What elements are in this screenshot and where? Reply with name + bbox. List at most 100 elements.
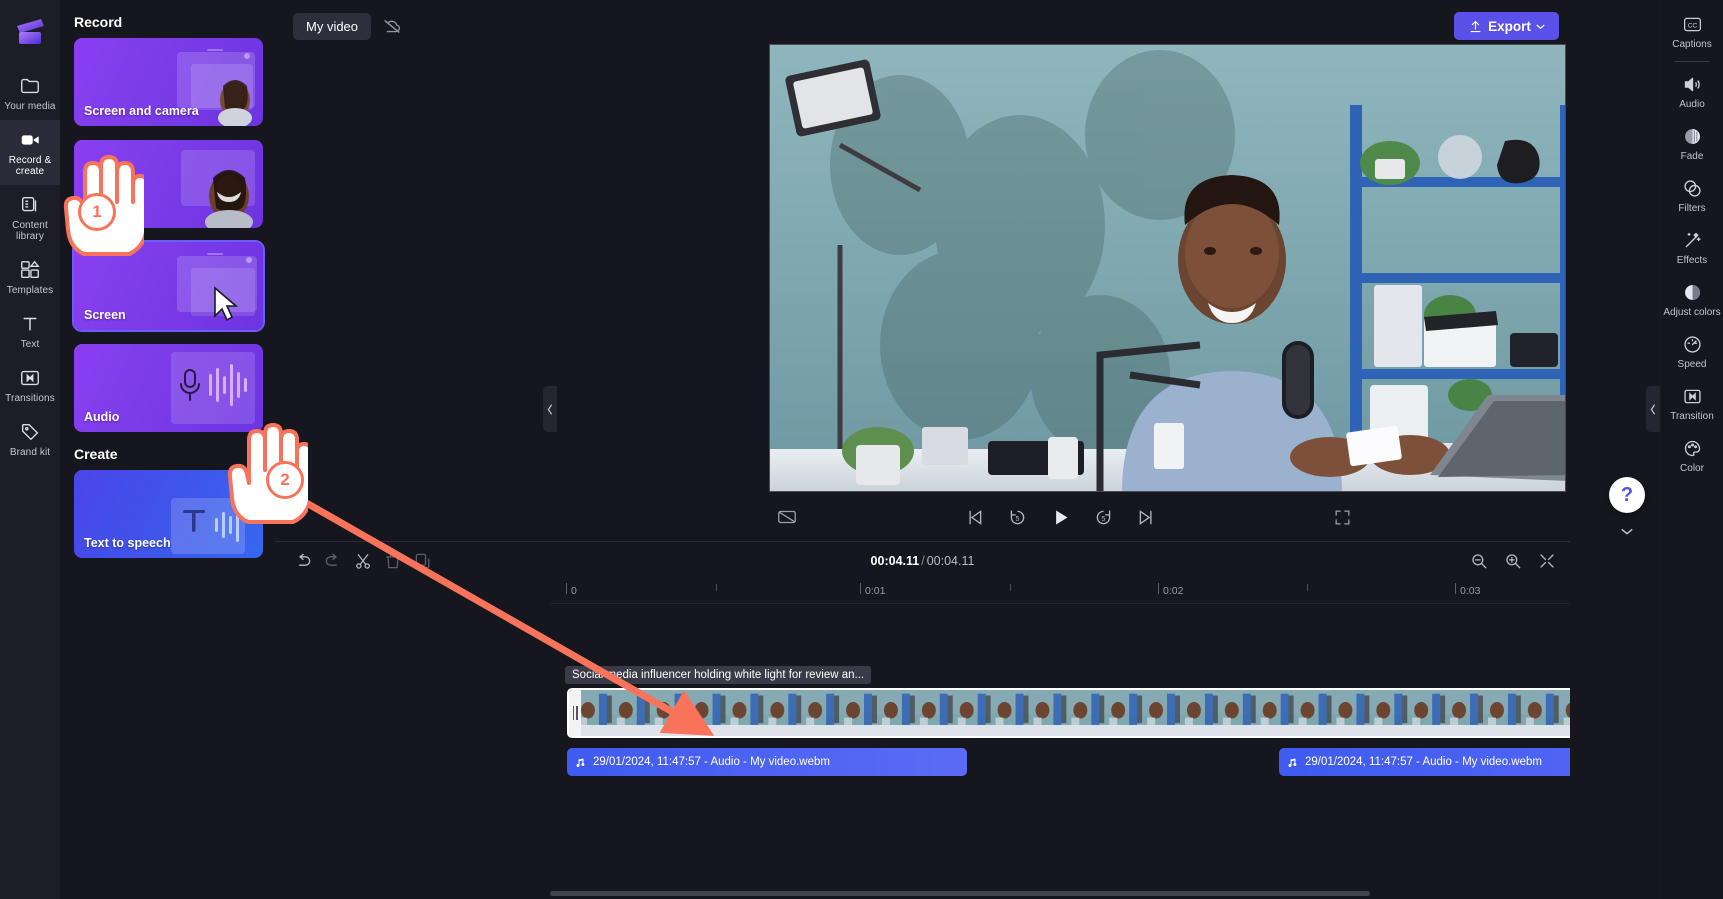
contrast-icon (1684, 285, 1700, 300)
cloud-off-icon[interactable] (381, 15, 403, 37)
ruler-label: 0:03 (1460, 585, 1481, 597)
tab-my-video[interactable]: My video (293, 12, 372, 40)
audio-clip-1[interactable]: 29/01/2024, 11:47:57 - Audio - My video.… (567, 748, 967, 776)
property-item-label: Adjust colors (1663, 307, 1721, 318)
screen-art (177, 253, 257, 322)
transitions-icon (21, 370, 39, 386)
clipchamp-editor: Your media Record & create Content libra… (0, 0, 1723, 899)
timeline-horizontal-scrollbar[interactable] (550, 891, 1370, 896)
fullscreen-icon[interactable] (1333, 508, 1352, 527)
upload-icon (1470, 20, 1481, 32)
timeline: 00:04.11/00:04.11 0 0:01 0:02 0:03 Socia… (275, 541, 1723, 899)
export-label: Export (1488, 18, 1531, 34)
video-preview-canvas[interactable] (769, 44, 1566, 492)
property-item-label: Captions (1672, 39, 1712, 50)
timeline-toolbar: 00:04.11/00:04.11 (275, 542, 1570, 580)
clip-title-chip: Social media influencer holding white li… (565, 666, 872, 684)
chevron-down-icon (1621, 528, 1633, 535)
editor-main: My video 5 5 00:04.11 / 00:04.11 0 0:01 … (275, 0, 1723, 899)
help-button[interactable]: ? (1609, 477, 1645, 513)
sidebar-item-templates[interactable]: Templates (0, 250, 60, 304)
skip-to-end-icon[interactable] (1136, 507, 1157, 528)
sidebar-item-label: Record & create (8, 155, 52, 177)
collapse-left-panel-button[interactable] (543, 386, 557, 432)
magic-wand-icon (1685, 232, 1701, 248)
timeline-ruler[interactable]: 0 0:01 0:02 0:03 0:04 (550, 580, 1606, 604)
player-controls: 5 5 (550, 496, 1570, 538)
sidebar-item-brand-kit[interactable]: Brand kit (0, 412, 60, 466)
total-time: 00:04.11 (926, 554, 975, 568)
property-item-fade[interactable]: Fade (1661, 118, 1723, 170)
panel-heading-record: Record (74, 14, 123, 30)
sidebar-item-content-library[interactable]: Content library (0, 185, 60, 250)
undo-icon[interactable] (293, 551, 313, 571)
chevron-down-icon (1536, 24, 1545, 29)
fit-to-screen-icon[interactable] (1538, 552, 1556, 570)
scissors-icon[interactable] (353, 551, 373, 571)
filmstrip-thumbnails (569, 690, 1723, 736)
video-clip[interactable] (567, 688, 1723, 738)
timecode-display: 00:04.11/00:04.11 (275, 554, 1570, 568)
speedometer-icon (1683, 336, 1701, 353)
record-card-label: Camera (84, 206, 130, 220)
property-item-filters[interactable]: Filters (1661, 170, 1723, 222)
current-time: 00:04.11 (870, 554, 920, 568)
rewind-5-icon[interactable]: 5 (1007, 507, 1028, 528)
record-card-audio[interactable]: Audio (74, 344, 263, 432)
svg-text:5: 5 (1101, 516, 1105, 523)
ruler-label: 0:02 (1163, 585, 1184, 597)
record-and-create-panel: Record Screen and camera Camera Screen A… (60, 0, 275, 899)
record-card-camera[interactable]: Camera (74, 140, 263, 228)
clip-trim-handle-left[interactable] (569, 690, 581, 736)
property-item-speed[interactable]: Speed (1661, 326, 1723, 378)
property-item-color[interactable]: Color (1661, 430, 1723, 482)
property-item-transition[interactable]: Transition (1661, 378, 1723, 430)
record-card-screen[interactable]: Screen (72, 240, 265, 332)
sidebar-item-your-media[interactable]: Your media (0, 66, 60, 120)
skip-to-start-icon[interactable] (964, 507, 985, 528)
property-item-audio[interactable]: Audio (1661, 66, 1723, 118)
music-note-icon (576, 758, 585, 767)
sidebar-item-label: Transitions (5, 393, 55, 404)
sidebar-item-text[interactable]: Text (0, 304, 60, 358)
zoom-out-icon[interactable] (1470, 552, 1488, 570)
audio-clip-label: 29/01/2024, 11:47:57 - Audio - My video.… (593, 756, 830, 768)
sidebar-item-label: Templates (6, 285, 54, 296)
redo-icon[interactable] (323, 551, 343, 571)
trash-icon[interactable] (383, 551, 403, 571)
sidebar-item-transitions[interactable]: Transitions (0, 358, 60, 412)
create-card-label: Text to speech (84, 536, 171, 550)
right-side-area: Export CC Captions Audio Fade Filters Ef… (1454, 0, 1723, 899)
transition-icon (1683, 389, 1701, 404)
help-collapse-chevron[interactable] (1619, 524, 1635, 536)
timeline-zoom-controls (1470, 552, 1556, 570)
export-button[interactable]: Export (1454, 12, 1559, 40)
duplicate-icon[interactable] (413, 551, 433, 571)
chevron-left-icon (547, 403, 553, 415)
ruler-label: 0 (571, 585, 577, 597)
ruler-label: 0:01 (865, 585, 886, 597)
collapse-right-panel-button[interactable] (1646, 386, 1660, 432)
property-item-effects[interactable]: Effects (1661, 222, 1723, 274)
forward-5-icon[interactable]: 5 (1093, 507, 1114, 528)
record-card-screen-and-camera[interactable]: Screen and camera (74, 38, 263, 126)
property-item-label: Audio (1679, 99, 1705, 110)
music-note-icon (1288, 758, 1297, 767)
sidebar-item-record-create[interactable]: Record & create (0, 120, 60, 185)
folder-icon (21, 78, 39, 94)
left-navigation-rail: Your media Record & create Content libra… (0, 0, 60, 899)
templates-icon (21, 260, 40, 279)
text-to-speech-art (171, 498, 245, 554)
video-frame (770, 45, 1565, 491)
right-properties-rail: CC Captions Audio Fade Filters Effects A… (1660, 0, 1723, 899)
play-icon[interactable] (1050, 506, 1071, 529)
text-t-icon (23, 317, 37, 331)
camera-art (181, 150, 255, 228)
property-item-label: Speed (1677, 359, 1707, 370)
svg-text:CC: CC (1687, 23, 1697, 30)
property-item-adjust-colors[interactable]: Adjust colors (1661, 274, 1723, 326)
zoom-in-icon[interactable] (1504, 552, 1522, 570)
sidebar-item-label: Brand kit (9, 447, 51, 458)
property-item-captions[interactable]: CC Captions (1661, 6, 1723, 58)
create-card-text-to-speech[interactable]: Text to speech (74, 470, 263, 558)
